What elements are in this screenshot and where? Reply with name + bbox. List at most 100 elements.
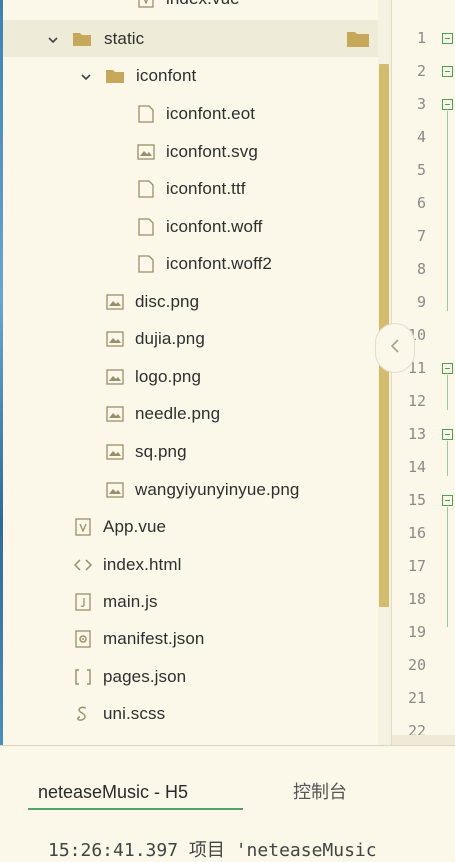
file-icon: [136, 217, 156, 237]
fold-toggle-icon[interactable]: [442, 429, 453, 440]
tree-item-label: pages.json: [103, 667, 187, 686]
vue-file-icon: [73, 517, 93, 537]
editor-gutter: 1 2 3 4 5 6 7 8 9 10 11 12 13 14 15 16 1…: [392, 0, 455, 745]
tree-item-label: dujia.png: [135, 329, 205, 348]
collapse-sidebar-button[interactable]: [375, 323, 415, 373]
tree-item-label: index.vue: [166, 0, 240, 17]
image-file-icon: [105, 367, 125, 387]
line-number: 13: [407, 425, 426, 443]
tree-item-label: logo.png: [135, 367, 202, 386]
folder-icon: [72, 29, 92, 49]
js-file-icon: [73, 592, 93, 612]
vue-file-icon: [136, 0, 156, 9]
line-number: 7: [416, 227, 426, 245]
tree-item-app-vue[interactable]: App.vue: [3, 508, 378, 545]
fold-guide: [447, 507, 448, 627]
tree-item-iconfont-svg[interactable]: iconfont.svg: [3, 133, 378, 170]
tree-item-dujia-png[interactable]: dujia.png: [3, 320, 378, 357]
tree-item-label: iconfont.eot: [166, 104, 256, 123]
tree-item-manifest-json[interactable]: manifest.json: [3, 620, 378, 657]
line-number: 18: [407, 590, 426, 608]
tree-item-sq-png[interactable]: sq.png: [3, 433, 378, 470]
tree-item-index-html[interactable]: index.html: [3, 546, 378, 583]
tree-item-disc-png[interactable]: disc.png: [3, 283, 378, 320]
project-explorer: index.vue static iconfont iconfont.eot: [3, 0, 391, 745]
fold-guide: [447, 111, 448, 311]
console-output-line: 15:26:41.397 项目 'neteaseMusic: [48, 840, 377, 861]
line-number: 9: [416, 293, 426, 311]
folder-icon: [105, 66, 125, 86]
fold-toggle-icon[interactable]: [442, 99, 453, 110]
fold-toggle-icon[interactable]: [442, 66, 453, 77]
chevron-left-icon: [390, 338, 400, 358]
line-number: 12: [407, 392, 426, 410]
fold-guide: [447, 441, 448, 476]
image-file-icon: [105, 292, 125, 312]
line-number: 2: [416, 62, 426, 80]
tree-item-label: iconfont: [136, 66, 197, 85]
image-file-icon: [105, 404, 125, 424]
line-number: 1: [416, 29, 426, 47]
line-number: 5: [416, 161, 426, 179]
fold-toggle-icon[interactable]: [442, 33, 453, 44]
tree-item-label: iconfont.woff2: [166, 254, 272, 273]
fold-toggle-icon[interactable]: [442, 363, 453, 374]
tab-netease-music-h5[interactable]: neteaseMusic - H5: [28, 774, 243, 810]
image-file-icon: [136, 142, 156, 162]
tree-item-uni-scss[interactable]: uni.scss: [3, 695, 378, 732]
line-number: 20: [407, 656, 426, 674]
line-number: 14: [407, 458, 426, 476]
line-number: 4: [416, 128, 426, 146]
fold-toggle-icon[interactable]: [442, 495, 453, 506]
line-number: 16: [407, 524, 426, 542]
line-number: 15: [407, 491, 426, 509]
tree-item-label: sq.png: [135, 442, 187, 461]
tab-console[interactable]: 控制台: [293, 774, 347, 810]
line-number: 6: [416, 194, 426, 212]
tree-item-iconfont-eot[interactable]: iconfont.eot: [3, 95, 378, 132]
line-number: 8: [416, 260, 426, 278]
console-panel: neteaseMusic - H5 控制台 15:26:41.397 项目 'n…: [0, 745, 455, 861]
chevron-down-icon[interactable]: [81, 69, 91, 81]
tree-item-wangyiyunyinyue-png[interactable]: wangyiyunyinyue.png: [3, 471, 378, 508]
line-number: 21: [407, 689, 426, 707]
line-number: 17: [407, 557, 426, 575]
tree-item-label: disc.png: [135, 292, 200, 311]
tree-item-label: index.html: [103, 555, 182, 574]
tree-item-label: App.vue: [103, 517, 167, 536]
file-icon: [136, 179, 156, 199]
json-file-icon: [73, 667, 93, 687]
scss-file-icon: [73, 704, 93, 724]
tree-item-label: iconfont.ttf: [166, 179, 246, 198]
line-number: 19: [407, 623, 426, 641]
tree-item-pages-json[interactable]: pages.json: [3, 658, 378, 695]
tree-item-label: manifest.json: [103, 629, 205, 648]
tree-item-iconfont[interactable]: iconfont: [3, 57, 378, 94]
tree-item-label: iconfont.svg: [166, 142, 258, 161]
tree-item-iconfont-ttf[interactable]: iconfont.ttf: [3, 170, 378, 207]
tree-item-label: uni.scss: [103, 704, 166, 723]
tree-item-index-vue[interactable]: index.vue: [3, 0, 378, 17]
code-file-icon: [73, 555, 93, 575]
tree-item-main-js[interactable]: main.js: [3, 583, 378, 620]
tree-item-label: iconfont.woff: [166, 217, 263, 236]
tree-item-logo-png[interactable]: logo.png: [3, 358, 378, 395]
tree-item-needle-png[interactable]: needle.png: [3, 395, 378, 432]
manifest-file-icon: [73, 629, 93, 649]
tree-item-static[interactable]: static: [3, 20, 378, 57]
image-file-icon: [105, 329, 125, 349]
tree-item-iconfont-woff2[interactable]: iconfont.woff2: [3, 245, 378, 282]
tree-item-label: wangyiyunyinyue.png: [135, 480, 300, 499]
file-icon: [136, 254, 156, 274]
fold-guide: [447, 375, 448, 410]
open-folder-icon[interactable]: [346, 29, 370, 49]
tree-item-label: static: [104, 29, 145, 48]
line-number: 3: [416, 95, 426, 113]
image-file-icon: [105, 480, 125, 500]
image-file-icon: [105, 442, 125, 462]
tree-item-label: needle.png: [135, 404, 221, 423]
chevron-down-icon[interactable]: [48, 32, 58, 44]
tree-item-iconfont-woff[interactable]: iconfont.woff: [3, 208, 378, 245]
tree-item-label: main.js: [103, 592, 158, 611]
editor-horizontal-scrollbar[interactable]: [392, 735, 455, 745]
